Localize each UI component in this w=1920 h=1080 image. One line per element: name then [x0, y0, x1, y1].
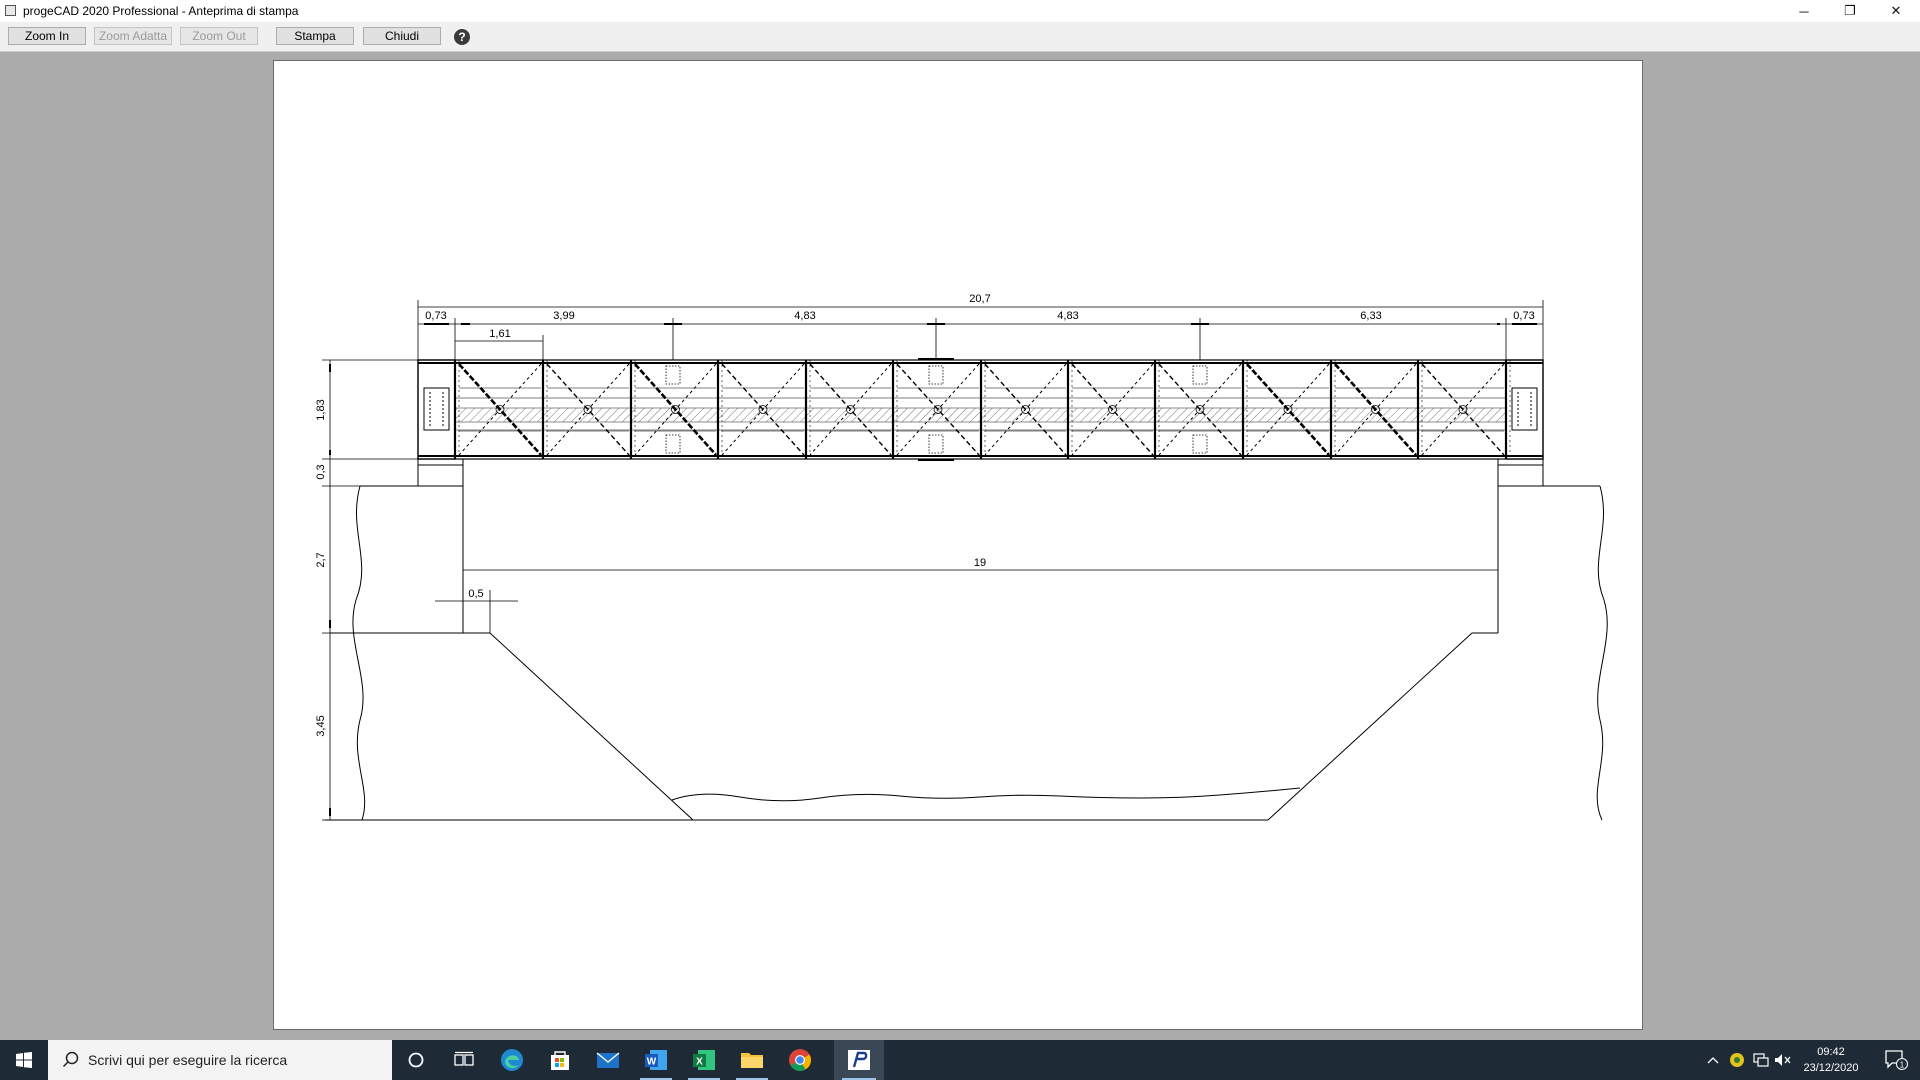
taskbar-clock[interactable]: 09:42 23/12/2020 [1786, 1044, 1876, 1076]
file-explorer-icon[interactable] [728, 1040, 776, 1080]
svg-text:X: X [696, 1057, 703, 1068]
windows-taskbar: Scrivi qui per eseguire la ricerca W X 0… [0, 1040, 1920, 1080]
dim-top-label-5: 6,33 [1360, 310, 1381, 322]
dim-vertical-label-4: 3,45 [315, 715, 327, 736]
notification-count: 1 [1900, 1061, 1905, 1070]
dim-seat-label: 0,5 [468, 588, 483, 600]
dim-top-label-3: 4,83 [794, 310, 815, 322]
dim-span-label: 19 [974, 557, 986, 569]
dim-vertical-label-1: 1,83 [315, 399, 327, 420]
bridge-drawing: 20,7 0,73 3,99 4,83 4,83 6,33 0,73 1,61 … [315, 293, 1608, 821]
truss-girder [417, 358, 1544, 461]
dim-sub-label: 1,61 [489, 328, 510, 340]
tray-app-icon[interactable] [1726, 1040, 1748, 1080]
chrome-icon[interactable] [776, 1040, 824, 1080]
notification-center-icon[interactable]: 1 [1876, 1040, 1916, 1080]
store-icon[interactable] [536, 1040, 584, 1080]
task-view-icon[interactable] [440, 1040, 488, 1080]
search-placeholder: Scrivi qui per eseguire la ricerca [88, 1052, 288, 1068]
edge-icon[interactable] [488, 1040, 536, 1080]
dim-vertical-label-3: 2,7 [315, 552, 327, 567]
search-box[interactable]: Scrivi qui per eseguire la ricerca [48, 1040, 392, 1080]
progecad-icon[interactable] [834, 1040, 884, 1080]
svg-text:W: W [647, 1057, 657, 1068]
cortana-icon[interactable] [392, 1040, 440, 1080]
clock-date: 23/12/2020 [1803, 1062, 1859, 1074]
search-icon [62, 1051, 79, 1068]
dimensions [322, 300, 1544, 821]
clock-time: 09:42 [1817, 1046, 1845, 1058]
excel-icon[interactable]: X [680, 1040, 728, 1080]
dim-vertical-label-2: 0,3 [315, 464, 327, 479]
word-icon[interactable]: W [632, 1040, 680, 1080]
mail-icon[interactable] [584, 1040, 632, 1080]
abutments-and-ground [325, 458, 1608, 821]
windows-start-icon[interactable] [0, 1040, 48, 1080]
dim-top-label-1: 0,73 [425, 310, 446, 322]
network-icon[interactable] [1750, 1040, 1772, 1080]
dim-top-label-2: 3,99 [553, 310, 574, 322]
dim-total-label: 20,7 [969, 293, 990, 305]
dim-top-label-6: 0,73 [1513, 310, 1534, 322]
dim-top-label-4: 4,83 [1057, 310, 1078, 322]
show-hidden-icons-chevron-icon[interactable] [1702, 1040, 1724, 1080]
